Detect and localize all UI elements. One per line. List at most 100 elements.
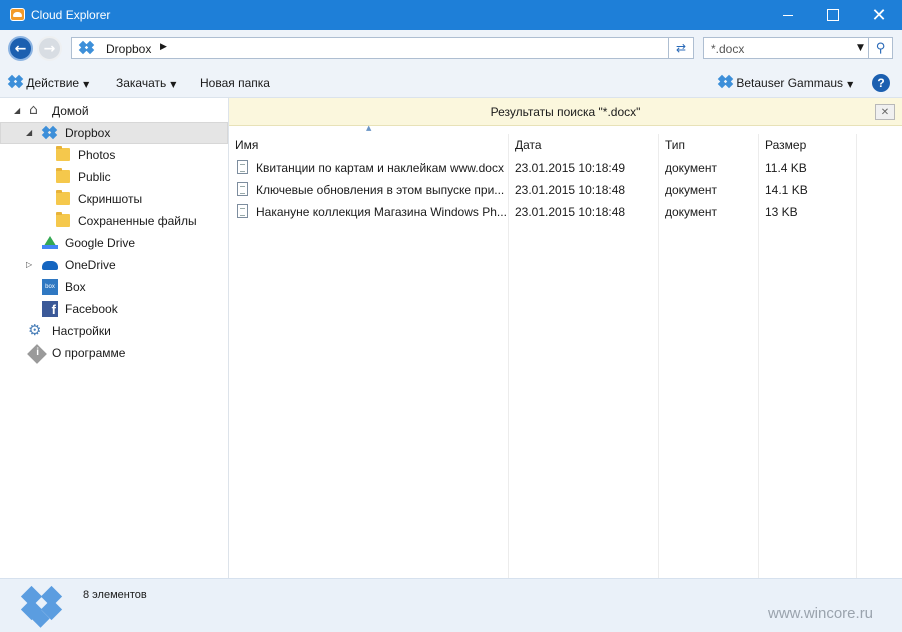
maximize-button[interactable] <box>810 0 856 30</box>
sidebar-item-label: Box <box>65 280 86 294</box>
table-row[interactable]: Квитанции по картам и наклейкам www.docx… <box>229 157 857 179</box>
close-button[interactable]: ✕ <box>856 0 902 30</box>
chevron-down-icon: ▼ <box>170 80 177 89</box>
folder-icon <box>56 190 70 205</box>
action-menu[interactable]: Действие ▼ <box>7 74 90 90</box>
sidebar-item-home[interactable]: ◢ ⌂ Домой <box>0 100 228 122</box>
toolbar: Действие ▼ Закачать ▼ Новая папка Betauser… <box>0 68 902 98</box>
file-date: 23.01.2015 10:18:48 <box>515 205 626 219</box>
folder-icon <box>56 212 70 227</box>
sidebar-item-label: Сохраненные файлы <box>78 214 197 228</box>
sidebar-item-label: Google Drive <box>65 236 136 250</box>
sidebar-item-label: Facebook <box>65 302 118 316</box>
file-name: Квитанции по картам и наклейкам www.docx <box>256 161 504 175</box>
file-type: документ <box>665 205 717 219</box>
column-header-type[interactable]: Тип <box>659 134 759 156</box>
table-row[interactable]: Ключевые обновления в этом выпуске при..… <box>229 179 857 201</box>
sidebar-item-label: Dropbox <box>65 126 111 140</box>
file-size: 14.1 KB <box>765 183 808 197</box>
address-text[interactable]: Dropbox <box>106 42 151 56</box>
search-input[interactable]: *.docx ▼ <box>703 37 869 59</box>
minimize-button[interactable] <box>765 0 811 30</box>
dropbox-icon <box>717 74 734 89</box>
download-menu[interactable]: Закачать ▼ <box>116 76 176 90</box>
sidebar-item-dropbox[interactable]: ◢ Dropbox <box>0 122 228 144</box>
chevron-down-icon: ▼ <box>83 80 90 89</box>
search-results-text: Результаты поиска "*.docx" <box>490 105 641 119</box>
onedrive-icon <box>42 261 58 270</box>
forward-button[interactable]: → <box>37 36 62 61</box>
status-bar: 8 элементов www.wincore.ru <box>0 578 902 632</box>
expand-icon[interactable]: ▷ <box>26 260 32 269</box>
collapse-icon[interactable]: ◢ <box>26 128 32 137</box>
sort-ascending-icon: ▲ <box>366 124 372 132</box>
dropbox-icon <box>41 125 59 141</box>
close-search-button[interactable]: ✕ <box>875 104 895 120</box>
info-icon <box>27 344 47 364</box>
folder-icon <box>56 168 70 183</box>
facebook-icon: f <box>42 301 58 317</box>
box-icon: box <box>42 279 58 295</box>
column-header-size[interactable]: Размер <box>759 134 857 156</box>
file-name: Ключевые обновления в этом выпуске при..… <box>256 183 505 197</box>
home-icon: ⌂ <box>29 102 38 118</box>
sidebar-item-label: OneDrive <box>65 258 116 272</box>
refresh-button[interactable]: ⇄ <box>669 37 694 59</box>
column-header-name[interactable]: Имя <box>229 134 509 156</box>
sidebar-item-label: Домой <box>52 104 89 118</box>
file-date: 23.01.2015 10:18:49 <box>515 161 626 175</box>
folder-icon <box>56 146 70 161</box>
sidebar-item-label: Public <box>78 170 111 184</box>
dropbox-logo-icon <box>20 585 64 628</box>
column-header-date[interactable]: Дата <box>509 134 659 156</box>
sidebar-item-public[interactable]: Public <box>0 166 228 188</box>
breadcrumb-arrow-icon[interactable]: ▶ <box>160 42 167 52</box>
title-bar: Cloud Explorer ✕ <box>0 0 902 30</box>
sidebar-item-google-drive[interactable]: Google Drive <box>0 232 228 254</box>
collapse-icon[interactable]: ◢ <box>14 106 20 115</box>
address-bar[interactable]: Dropbox ▶ <box>71 37 669 59</box>
help-button[interactable]: ? <box>872 74 890 92</box>
navigation-bar: ← → Dropbox ▶ ⇄ *.docx ▼ ⚲ <box>0 30 902 68</box>
search-results-banner: Результаты поиска "*.docx" ✕ <box>229 98 902 126</box>
back-button[interactable]: ← <box>8 36 33 61</box>
sidebar-item-box[interactable]: box Box <box>0 276 228 298</box>
chevron-down-icon: ▼ <box>847 80 854 89</box>
search-dropdown-icon[interactable]: ▼ <box>857 43 864 53</box>
document-icon <box>237 204 248 218</box>
sidebar-item-screenshots[interactable]: Скриншоты <box>0 188 228 210</box>
sidebar-item-about[interactable]: О программе <box>0 342 228 364</box>
google-drive-icon <box>42 236 58 249</box>
search-value[interactable]: *.docx <box>711 42 744 56</box>
dropbox-icon <box>78 40 95 55</box>
action-menu-label[interactable]: Действие <box>26 76 79 90</box>
search-button[interactable]: ⚲ <box>869 37 893 59</box>
document-icon <box>237 182 248 196</box>
sidebar-item-onedrive[interactable]: ▷ OneDrive <box>0 254 228 276</box>
sidebar-item-photos[interactable]: Photos <box>0 144 228 166</box>
window-title: Cloud Explorer <box>31 8 111 22</box>
watermark: www.wincore.ru <box>768 605 874 622</box>
sidebar-item-label: Настройки <box>52 324 111 338</box>
file-type: документ <box>665 183 717 197</box>
table-row[interactable]: Накануне коллекция Магазина Windows Ph..… <box>229 201 857 223</box>
new-folder-button[interactable]: Новая папка <box>200 76 270 90</box>
dropbox-icon <box>7 74 24 89</box>
sidebar-item-label: О программе <box>52 346 126 360</box>
document-icon <box>237 160 248 174</box>
file-list-pane: Результаты поиска "*.docx" ✕ ▲ Имя Дата … <box>229 98 902 578</box>
account-label[interactable]: Betauser Gammaus <box>736 76 843 90</box>
sidebar-item-saved-files[interactable]: Сохраненные файлы <box>0 210 228 232</box>
item-count: 8 элементов <box>83 589 147 601</box>
file-size: 13 KB <box>765 205 798 219</box>
sidebar-item-settings[interactable]: ⚙ Настройки <box>0 320 228 342</box>
account-menu[interactable]: Betauser Gammaus ▼ <box>717 74 854 90</box>
file-type: документ <box>665 161 717 175</box>
gear-icon: ⚙ <box>28 321 42 339</box>
sidebar-tree: ◢ ⌂ Домой ◢ Dropbox Photos Public Скринш… <box>0 98 229 578</box>
cloud-explorer-app-icon <box>10 8 25 21</box>
download-menu-label[interactable]: Закачать <box>116 76 166 90</box>
file-date: 23.01.2015 10:18:48 <box>515 183 626 197</box>
sidebar-item-label: Photos <box>78 148 116 162</box>
sidebar-item-facebook[interactable]: f Facebook <box>0 298 228 320</box>
